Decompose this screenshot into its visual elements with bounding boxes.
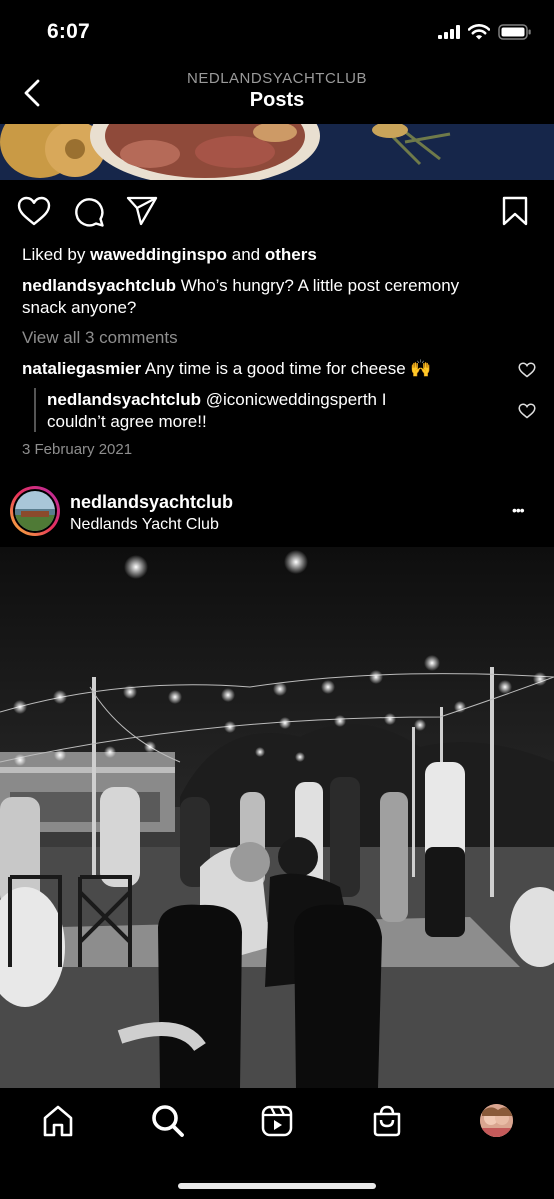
paper-plane-icon[interactable] xyxy=(126,196,158,226)
status-icons xyxy=(438,24,532,40)
comment-username[interactable]: nataliegasmier xyxy=(22,359,141,378)
reply-item: nedlandsyachtclub @iconicweddingsperth I xyxy=(47,389,386,411)
comment-icon[interactable] xyxy=(73,196,105,228)
post-image-cheese-platter[interactable] xyxy=(0,124,554,180)
reply-text-line2: couldn’t agree more!! xyxy=(47,412,207,431)
home-indicator xyxy=(178,1183,376,1189)
liked-user-link[interactable]: waweddinginspo xyxy=(90,245,227,264)
wifi-icon xyxy=(468,24,490,40)
battery-icon xyxy=(498,24,531,40)
signal-icon xyxy=(438,25,460,39)
share-button[interactable] xyxy=(126,196,158,226)
reply-thread-line xyxy=(34,388,36,432)
comment-item: nataliegasmier Any time is a good time f… xyxy=(22,358,432,380)
search-icon[interactable] xyxy=(151,1104,185,1138)
liked-others-link[interactable]: others xyxy=(265,245,317,264)
likes-line: Liked by waweddinginspo and others xyxy=(22,244,317,266)
reels-icon[interactable] xyxy=(260,1104,294,1138)
comment-like-heart-icon[interactable] xyxy=(518,362,536,378)
heart-icon[interactable] xyxy=(17,196,51,226)
caption-text-line2: snack anyone? xyxy=(22,298,137,317)
liked-prefix: Liked by xyxy=(22,245,86,264)
post-location[interactable]: Nedlands Yacht Club xyxy=(70,516,219,534)
comment-text: Any time is a good time for cheese 🙌 xyxy=(144,359,432,378)
save-button[interactable] xyxy=(502,196,528,226)
comment-button[interactable] xyxy=(73,196,105,228)
header-username: NEDLANDSYACHTCLUB xyxy=(187,70,367,87)
view-all-comments[interactable]: View all 3 comments xyxy=(22,327,178,349)
bookmark-icon[interactable] xyxy=(502,196,528,226)
more-options-button[interactable]: ••• xyxy=(512,502,525,518)
like-button[interactable] xyxy=(17,196,51,226)
home-icon[interactable] xyxy=(41,1104,75,1138)
shopping-bag-icon[interactable] xyxy=(370,1104,404,1138)
caption-text-line1: Who’s hungry? A little post ceremony xyxy=(180,276,460,295)
reply-like-heart-icon[interactable] xyxy=(518,403,536,419)
reply-text-line1: @iconicweddingsperth I xyxy=(205,390,387,409)
profile-avatar[interactable] xyxy=(480,1104,513,1137)
post-username[interactable]: nedlandsyachtclub xyxy=(70,492,233,513)
page-title: Posts xyxy=(249,89,305,111)
post-photo-wedding-party[interactable] xyxy=(0,547,554,1088)
status-time: 6:07 xyxy=(47,20,90,43)
liked-and: and xyxy=(231,245,261,264)
caption: nedlandsyachtclub Who’s hungry? A little… xyxy=(22,275,537,297)
reply-username[interactable]: nedlandsyachtclub xyxy=(47,390,201,409)
caption-username[interactable]: nedlandsyachtclub xyxy=(22,276,176,295)
avatar[interactable] xyxy=(10,486,60,536)
post-date: 3 February 2021 xyxy=(22,441,133,458)
